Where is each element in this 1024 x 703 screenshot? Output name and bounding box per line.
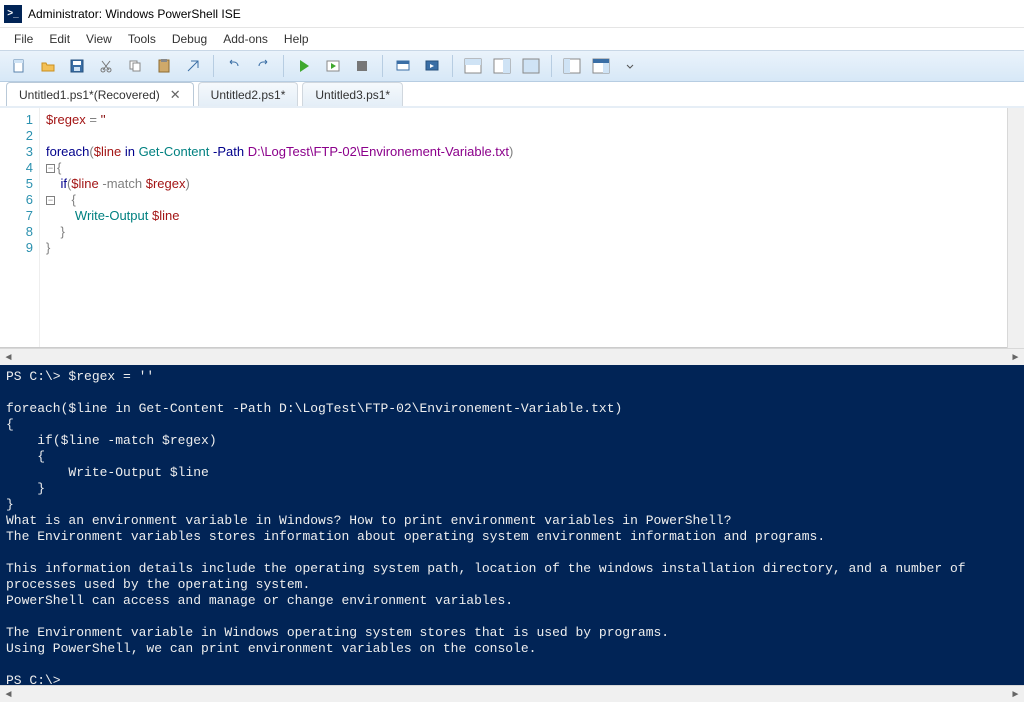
file-tab-label: Untitled3.ps1*	[315, 88, 390, 102]
code-line: }	[46, 240, 1018, 256]
redo-icon[interactable]	[250, 54, 276, 78]
options-icon[interactable]	[617, 54, 643, 78]
copy-icon[interactable]	[122, 54, 148, 78]
line-number: 6	[4, 192, 33, 208]
line-number: 9	[4, 240, 33, 256]
fold-minus-icon[interactable]: −	[46, 164, 55, 173]
paste-icon[interactable]	[151, 54, 177, 78]
line-number: 3	[4, 144, 33, 160]
menu-add-ons[interactable]: Add-ons	[215, 30, 276, 48]
code-line: $regex = ''	[46, 112, 1018, 128]
console-horizontal-scrollbar[interactable]: ◄ ►	[0, 685, 1024, 702]
code-line	[46, 128, 1018, 144]
code-line: if($line -match $regex)	[46, 176, 1018, 192]
line-number: 5	[4, 176, 33, 192]
undo-icon[interactable]	[221, 54, 247, 78]
scroll-left-icon[interactable]: ◄	[0, 349, 17, 366]
code-line: − {	[46, 192, 1018, 208]
scroll-left-icon[interactable]: ◄	[0, 686, 17, 703]
show-script-top-icon[interactable]	[460, 54, 486, 78]
file-tab-label: Untitled2.ps1*	[211, 88, 286, 102]
code-line: }	[46, 224, 1018, 240]
file-tab-label: Untitled1.ps1*(Recovered)	[19, 88, 160, 102]
code-line: −{	[46, 160, 1018, 176]
toolbar	[0, 50, 1024, 82]
new-remote-icon[interactable]	[390, 54, 416, 78]
toolbar-separator	[382, 55, 383, 77]
powershell-logo-icon: >_	[4, 5, 22, 23]
file-tab[interactable]: Untitled1.ps1*(Recovered) ✕	[6, 82, 194, 106]
menu-tools[interactable]: Tools	[120, 30, 164, 48]
save-icon[interactable]	[64, 54, 90, 78]
show-script-max-icon[interactable]	[518, 54, 544, 78]
line-number: 1	[4, 112, 33, 128]
close-icon[interactable]: ✕	[170, 88, 181, 101]
clear-icon[interactable]	[180, 54, 206, 78]
fold-minus-icon[interactable]: −	[46, 196, 55, 205]
toolbar-separator	[213, 55, 214, 77]
line-number: 2	[4, 128, 33, 144]
titlebar: >_ Administrator: Windows PowerShell ISE	[0, 0, 1024, 28]
console-pane[interactable]: PS C:\> $regex = '' foreach($line in Get…	[0, 365, 1024, 685]
menu-file[interactable]: File	[6, 30, 41, 48]
show-command-icon[interactable]	[559, 54, 585, 78]
editor-horizontal-scrollbar[interactable]: ◄ ►	[0, 348, 1024, 365]
menu-debug[interactable]: Debug	[164, 30, 215, 48]
line-number: 7	[4, 208, 33, 224]
scroll-right-icon[interactable]: ►	[1007, 686, 1024, 703]
stop-icon[interactable]	[349, 54, 375, 78]
start-remote-icon[interactable]	[419, 54, 445, 78]
editor-gutter: 123456789	[0, 108, 40, 347]
file-tab[interactable]: Untitled3.ps1*	[302, 82, 403, 106]
code-line: foreach($line in Get-Content -Path D:\Lo…	[46, 144, 1018, 160]
editor-vertical-scrollbar[interactable]	[1007, 108, 1024, 348]
show-script-right-icon[interactable]	[489, 54, 515, 78]
line-number: 4	[4, 160, 33, 176]
toolbar-separator	[452, 55, 453, 77]
script-editor[interactable]: $regex = '' foreach($line in Get-Content …	[40, 108, 1024, 347]
script-editor-pane: 123456789 $regex = '' foreach($line in Ge…	[0, 108, 1024, 365]
show-commands-addon-icon[interactable]	[588, 54, 614, 78]
open-file-icon[interactable]	[35, 54, 61, 78]
cut-icon[interactable]	[93, 54, 119, 78]
menu-help[interactable]: Help	[276, 30, 317, 48]
scroll-right-icon[interactable]: ►	[1007, 349, 1024, 366]
toolbar-separator	[551, 55, 552, 77]
new-file-icon[interactable]	[6, 54, 32, 78]
file-tab[interactable]: Untitled2.ps1*	[198, 82, 299, 106]
menu-view[interactable]: View	[78, 30, 120, 48]
line-number: 8	[4, 224, 33, 240]
menu-edit[interactable]: Edit	[41, 30, 78, 48]
run-icon[interactable]	[291, 54, 317, 78]
toolbar-separator	[283, 55, 284, 77]
code-line: Write-Output $line	[46, 208, 1018, 224]
window-title: Administrator: Windows PowerShell ISE	[28, 7, 241, 21]
run-selection-icon[interactable]	[320, 54, 346, 78]
file-tabs: Untitled1.ps1*(Recovered) ✕ Untitled2.ps1*…	[0, 82, 1024, 108]
menubar: FileEditViewToolsDebugAdd-onsHelp	[0, 28, 1024, 50]
